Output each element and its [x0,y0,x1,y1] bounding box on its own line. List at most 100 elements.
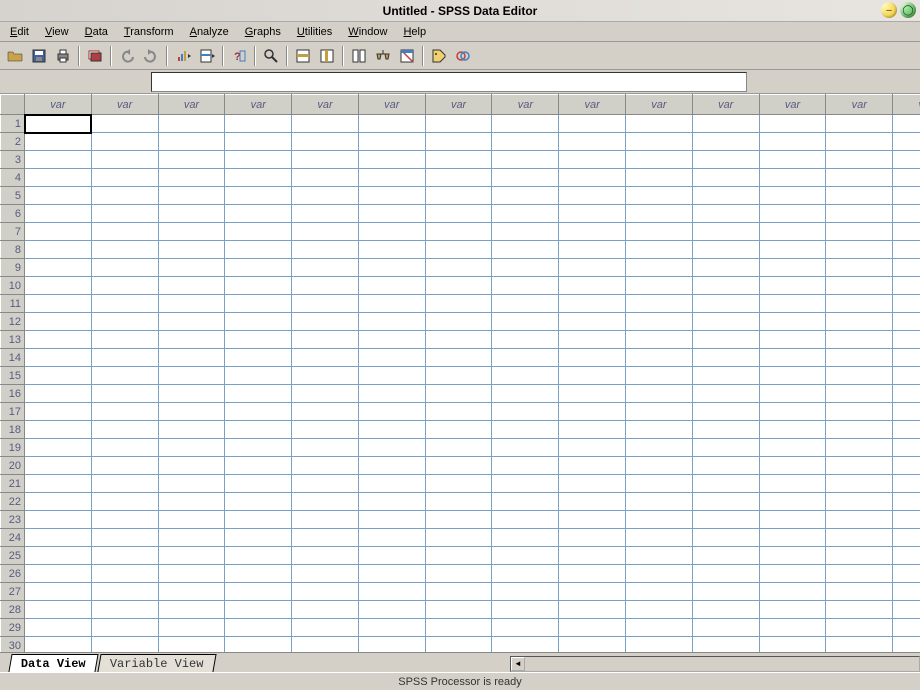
cell[interactable] [25,421,92,439]
column-header[interactable]: var [626,95,693,115]
select-cases-button[interactable] [396,45,418,67]
cell[interactable] [91,547,158,565]
cell[interactable] [158,637,225,653]
cell[interactable] [692,295,759,313]
cell[interactable] [692,205,759,223]
cell[interactable] [893,367,920,385]
cell[interactable] [158,547,225,565]
cell-reference-box[interactable] [2,72,147,92]
cell[interactable] [225,493,292,511]
menu-graphs[interactable]: Graphs [237,22,289,41]
tab-data-view[interactable]: Data View [8,654,98,672]
cell[interactable] [692,511,759,529]
cell[interactable] [492,241,559,259]
redo-button[interactable] [140,45,162,67]
cell[interactable] [759,367,826,385]
cell[interactable] [358,403,425,421]
cell[interactable] [893,169,920,187]
cell[interactable] [158,421,225,439]
cell[interactable] [559,295,626,313]
cell[interactable] [759,277,826,295]
cell[interactable] [225,349,292,367]
cell[interactable] [759,511,826,529]
cell[interactable] [25,169,92,187]
cell[interactable] [692,619,759,637]
tab-variable-view[interactable]: Variable View [97,654,216,672]
cell[interactable] [759,457,826,475]
cell[interactable] [225,475,292,493]
cell[interactable] [25,439,92,457]
cell[interactable] [759,295,826,313]
cell[interactable] [626,367,693,385]
cell[interactable] [826,313,893,331]
cell[interactable] [91,457,158,475]
cell[interactable] [759,547,826,565]
cell[interactable] [225,583,292,601]
row-header[interactable]: 3 [1,151,25,169]
cell[interactable] [358,295,425,313]
cell[interactable] [425,259,492,277]
weight-cases-button[interactable] [372,45,394,67]
cell[interactable] [25,475,92,493]
cell[interactable] [425,511,492,529]
cell[interactable] [559,439,626,457]
cell[interactable] [626,187,693,205]
cell[interactable] [492,493,559,511]
cell[interactable] [158,151,225,169]
cell[interactable] [826,331,893,349]
cell[interactable] [692,547,759,565]
find-button[interactable] [260,45,282,67]
cell[interactable] [759,151,826,169]
column-header[interactable]: var [893,95,920,115]
cell[interactable] [358,349,425,367]
cell[interactable] [358,151,425,169]
row-header[interactable]: 9 [1,259,25,277]
cell[interactable] [692,169,759,187]
cell[interactable] [25,331,92,349]
cell[interactable] [826,133,893,151]
cell[interactable] [358,385,425,403]
cell[interactable] [626,241,693,259]
cell[interactable] [692,259,759,277]
row-header[interactable]: 8 [1,241,25,259]
cell[interactable] [91,205,158,223]
cell[interactable] [692,385,759,403]
cell[interactable] [893,385,920,403]
cell[interactable] [91,367,158,385]
cell[interactable] [91,637,158,653]
insert-case-button[interactable] [292,45,314,67]
cell[interactable] [358,133,425,151]
cell[interactable] [358,511,425,529]
cell[interactable] [893,277,920,295]
cell[interactable] [225,169,292,187]
cell[interactable] [25,277,92,295]
cell[interactable] [25,457,92,475]
cell[interactable] [91,475,158,493]
cell[interactable] [158,457,225,475]
row-header[interactable]: 22 [1,493,25,511]
cell[interactable] [893,583,920,601]
cell[interactable] [225,529,292,547]
cell[interactable] [25,511,92,529]
cell[interactable] [893,619,920,637]
cell[interactable] [425,187,492,205]
cell[interactable] [826,367,893,385]
use-sets-button[interactable] [452,45,474,67]
cell[interactable] [893,403,920,421]
cell[interactable] [492,277,559,295]
cell[interactable] [759,169,826,187]
column-header[interactable]: var [91,95,158,115]
cell[interactable] [759,475,826,493]
cell[interactable] [358,619,425,637]
cell[interactable] [826,529,893,547]
cell[interactable] [158,241,225,259]
split-file-button[interactable] [348,45,370,67]
cell[interactable] [225,457,292,475]
cell[interactable] [292,115,359,133]
cell[interactable] [626,493,693,511]
cell[interactable] [292,367,359,385]
cell[interactable] [225,133,292,151]
cell[interactable] [692,241,759,259]
cell[interactable] [158,295,225,313]
open-button[interactable] [4,45,26,67]
